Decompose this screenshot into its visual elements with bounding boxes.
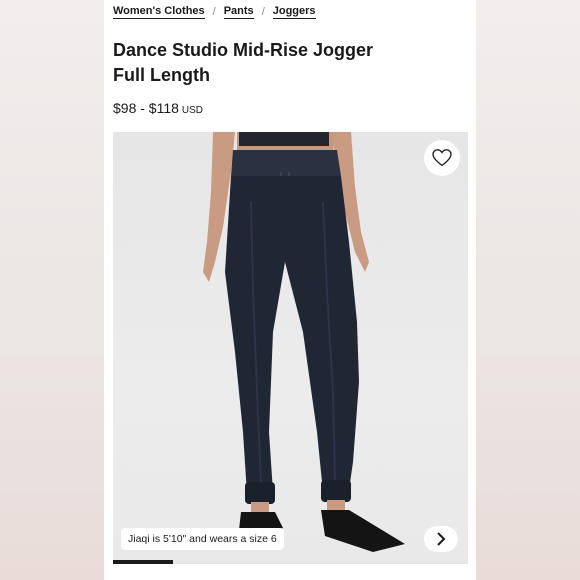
product-title-line-2: Full Length [113,65,210,85]
gallery-progress-fill [113,560,174,564]
product-price: $98 - $118 USD [113,100,203,116]
product-title-line-1: Dance Studio Mid-Rise Jogger [113,40,374,60]
breadcrumb-link-womens-clothes[interactable]: Women's Clothes [113,5,205,19]
breadcrumb-link-pants[interactable]: Pants [223,5,254,19]
breadcrumb: Women's Clothes / Pants / Joggers [113,5,316,19]
background-right [476,0,580,580]
gallery-progress-bar [113,560,468,564]
product-page: Women's Clothes / Pants / Joggers Dance … [104,0,476,580]
price-currency: USD [181,105,204,116]
background-left [0,0,104,580]
next-image-button[interactable] [424,526,458,552]
breadcrumb-separator: / [261,6,265,18]
model-caption: Jiaqi is 5'10" and wears a size 6 [121,528,284,550]
heart-outline-icon [432,149,452,167]
price-range: $98 - $118 [113,100,179,116]
chevron-right-icon [437,532,446,546]
product-title: Dance Studio Mid-Rise Jogger Full Length [113,38,453,88]
product-photo [203,132,405,552]
product-image[interactable]: Jiaqi is 5'10" and wears a size 6 [113,132,468,560]
wishlist-button[interactable] [424,140,460,176]
breadcrumb-separator: / [212,6,216,18]
breadcrumb-link-joggers[interactable]: Joggers [272,5,316,19]
